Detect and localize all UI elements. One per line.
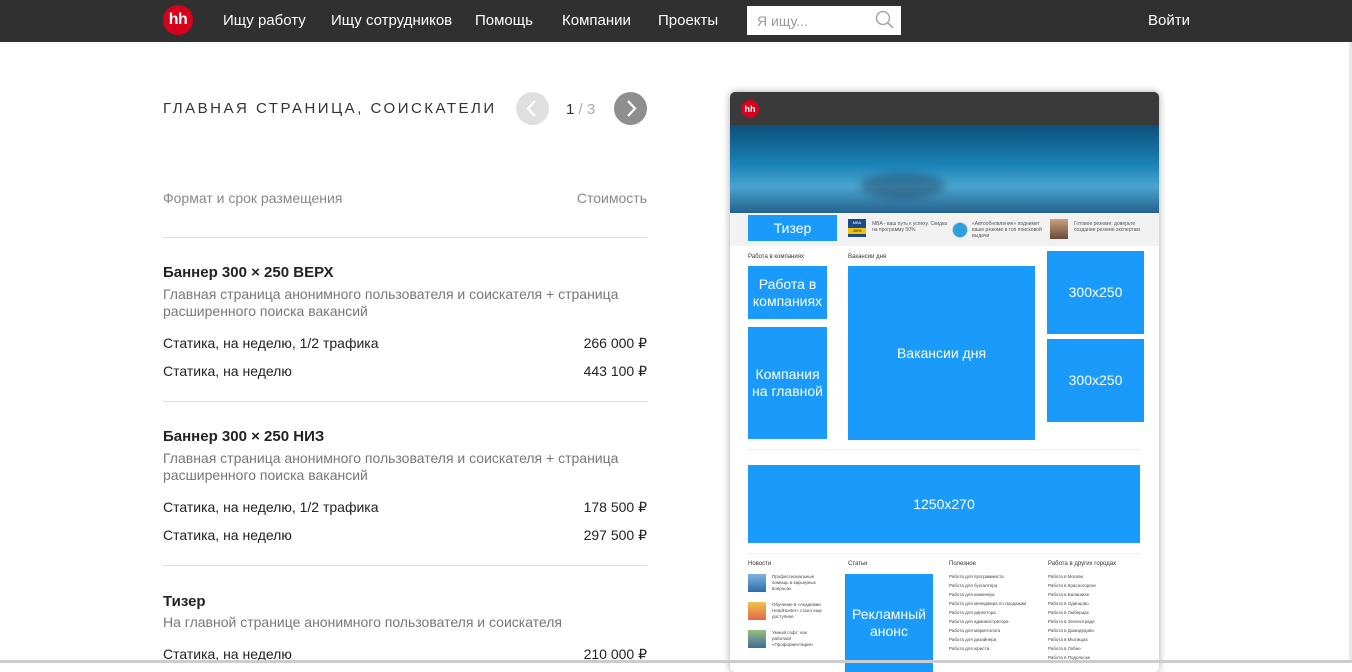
city-link: Работа в Лобне	[1048, 646, 1081, 651]
pager: 1 / 3	[566, 101, 595, 118]
section-description: На главной странице анонимного пользоват…	[163, 614, 563, 630]
price-row-value: 266 000 ₽	[583, 335, 647, 351]
section-title: Баннер 300 × 250 НИЗ	[163, 428, 325, 445]
block-300x250-bottom: 300x250	[1047, 339, 1144, 422]
label-companies: Работа в компаниях	[748, 254, 804, 260]
top-navbar: hh Ищу работу Ищу сотрудников Помощь Ком…	[0, 0, 1352, 42]
city-link: Работа в Мытищах	[1048, 637, 1088, 642]
chevron-right-icon	[627, 100, 637, 117]
nav-link-find-job[interactable]: Ищу работу	[223, 12, 306, 29]
price-row-label: Статика, на неделю	[163, 527, 292, 543]
preview-logo: hh	[741, 100, 759, 118]
login-link[interactable]: Войти	[1148, 12, 1190, 29]
city-link: Работа в Люберцах	[1048, 610, 1089, 615]
useful-link: Работа для бухгалтера	[949, 583, 998, 588]
city-link: Работа в Одинцово	[1048, 601, 1089, 606]
prev-page-button[interactable]	[516, 92, 549, 125]
news-thumbnail	[748, 630, 766, 648]
useful-link: Работа для администратора	[949, 619, 1009, 624]
preview-header: hh	[730, 92, 1159, 125]
search-box	[747, 6, 901, 35]
news-thumbnail	[748, 574, 766, 592]
price-row: Статика, на неделю 443 100 ₽	[163, 363, 647, 379]
price-row-label: Статика, на неделю, 1/2 трафика	[163, 499, 379, 515]
block-company-main: Компания на главной	[748, 327, 827, 439]
mba-badge: MBA	[852, 220, 862, 225]
price-row: Статика, на неделю, 1/2 трафика 178 500 …	[163, 499, 647, 515]
city-link: Работа в Домодедово	[1048, 628, 1094, 633]
news-thumbnail	[748, 602, 766, 620]
nav-link-help[interactable]: Помощь	[475, 12, 533, 29]
price-row: Статика, на неделю, 1/2 трафика 266 000 …	[163, 335, 647, 351]
hh-logo[interactable]: hh	[163, 5, 193, 35]
city-link: Работа в Красногорске	[1048, 583, 1096, 588]
useful-link: Работа для дизайнера	[949, 637, 997, 642]
preview-hero-image	[730, 125, 1159, 213]
section-title: Тизер	[163, 593, 206, 610]
refresh-icon	[952, 222, 968, 238]
city-link: Работа в Москве	[1048, 574, 1084, 579]
next-page-button[interactable]	[614, 92, 647, 125]
price-row-value: 178 500 ₽	[583, 499, 647, 515]
col-useful-label: Полезное	[949, 561, 976, 567]
search-icon[interactable]	[875, 10, 895, 35]
nav-link-companies[interactable]: Компании	[562, 12, 631, 29]
teaser-item: Готовое резюме: доверьте создание резюме…	[1074, 221, 1140, 233]
mba-icon: MBA -50%	[848, 219, 866, 237]
pager-total: / 3	[578, 101, 596, 118]
block-promo-announcement: Рекламный анонс	[845, 574, 933, 672]
price-row-label: Статика, на неделю, 1/2 трафика	[163, 335, 379, 351]
news-item: Обучение в «Академии HeadHunter» стало е…	[772, 602, 822, 619]
block-companies: Работа в компаниях	[748, 266, 827, 319]
teaser-block: Тизер	[748, 215, 837, 241]
city-link: Работа в Балашихе	[1048, 592, 1090, 597]
label-vacancies: Вакансии дня	[848, 254, 887, 260]
useful-link: Работа для маркетолога	[949, 628, 1001, 633]
column-header-price: Стоимость	[576, 190, 647, 206]
useful-link: Работа для юриста	[949, 646, 990, 651]
news-item: Профессиональные помощь в карьерных вопр…	[772, 574, 816, 591]
nav-link-projects[interactable]: Проекты	[658, 12, 718, 29]
pager-current: 1	[566, 101, 575, 118]
city-link: Работа в Зеленограде	[1048, 619, 1095, 624]
useful-link: Работа для менеджера по продажам	[949, 601, 1027, 606]
divider	[748, 449, 1140, 450]
col-articles-label: Статьи	[848, 561, 868, 567]
section-description: Главная страница анонимного пользователя…	[163, 450, 619, 483]
col-cities-label: Работа в других городах	[1048, 561, 1117, 567]
mba-discount: -50%	[848, 228, 866, 234]
price-row: Статика, на неделю 297 500 ₽	[163, 527, 647, 543]
chevron-left-icon	[526, 100, 536, 117]
col-news-label: Новости	[748, 561, 772, 567]
teaser-item: MBA - ваш путь к успеху. Скидка на прогр…	[872, 221, 948, 233]
useful-link: Работа для директора	[949, 610, 996, 615]
price-row-value: 443 100 ₽	[583, 363, 647, 379]
block-300x250-top: 300x250	[1047, 251, 1144, 334]
nav-link-find-employees[interactable]: Ищу сотрудников	[331, 12, 452, 29]
section-title: Баннер 300 × 250 ВЕРХ	[163, 264, 334, 281]
useful-link: Работа для инженера	[949, 592, 995, 597]
column-header-format: Формат и срок размещения	[163, 190, 343, 206]
divider	[748, 553, 1140, 554]
block-vacancies-day: Вакансии дня	[848, 266, 1035, 440]
section-description: Главная страница анонимного пользователя…	[163, 286, 619, 319]
news-item: Умный софт: как работают «Профориентация…	[772, 630, 814, 647]
page-title: ГЛАВНАЯ СТРАНИЦА, СОИСКАТЕЛИ	[163, 100, 497, 117]
person-photo-icon	[1050, 219, 1068, 239]
teaser-item: «Автообновление» поднимет ваше резюме в …	[972, 221, 1042, 239]
price-row-label: Статика, на неделю	[163, 363, 292, 379]
block-1250x270: 1250x270	[748, 465, 1140, 543]
useful-link: Работа для программиста	[949, 574, 1004, 579]
divider	[163, 401, 647, 402]
divider	[163, 237, 647, 238]
page-preview: hh Тизер MBA -50% MBA - ваш путь к успех…	[730, 92, 1159, 672]
price-row-value: 297 500 ₽	[583, 527, 647, 543]
divider	[163, 565, 647, 566]
search-input[interactable]	[747, 6, 877, 35]
